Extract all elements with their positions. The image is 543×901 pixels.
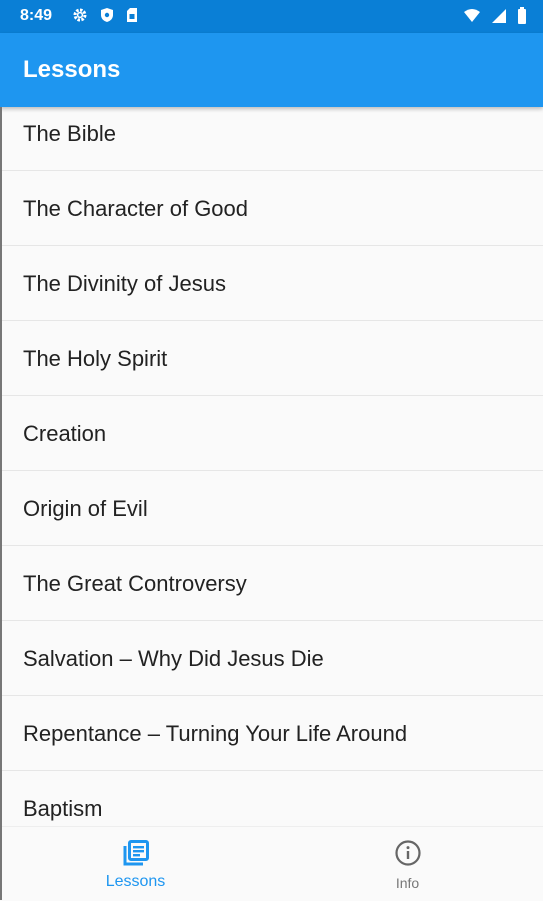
lesson-item-label: The Great Controversy — [23, 571, 247, 596]
lesson-item-the-character-of-good[interactable]: The Character of Good — [0, 171, 543, 246]
lesson-item-label: The Character of Good — [23, 196, 249, 221]
lesson-item-label: Repentance – Turning Your Life Around — [23, 721, 408, 746]
lesson-item-the-holy-spirit[interactable]: The Holy Spirit — [0, 321, 543, 396]
lesson-item-repentance[interactable]: Repentance – Turning Your Life Around — [0, 696, 543, 771]
lesson-item-label: Creation — [23, 421, 107, 446]
bottom-navigation: Lessons Info — [0, 826, 543, 901]
info-icon — [394, 839, 422, 872]
lesson-item-creation[interactable]: Creation — [0, 396, 543, 471]
sim-card-icon — [126, 7, 138, 28]
lesson-item-label: The Bible — [23, 121, 116, 146]
shield-icon — [100, 7, 114, 28]
lesson-item-the-great-controversy[interactable]: The Great Controversy — [0, 546, 543, 621]
lesson-list[interactable]: The Bible The Character of Good The Divi… — [0, 107, 543, 826]
nav-tab-label: Info — [395, 875, 420, 891]
library-books-icon — [122, 839, 150, 872]
app-bar: Lessons — [0, 33, 543, 107]
lesson-item-label: Baptism — [23, 796, 103, 821]
lesson-item-the-bible[interactable]: The Bible — [0, 107, 543, 171]
status-time: 8:49 — [20, 7, 53, 24]
lesson-item-label: Origin of Evil — [23, 496, 148, 521]
lesson-item-salvation[interactable]: Salvation – Why Did Jesus Die — [0, 621, 543, 696]
lesson-item-baptism[interactable]: Baptism — [0, 771, 543, 826]
nav-tab-lessons[interactable]: Lessons — [0, 827, 271, 901]
battery-icon — [517, 7, 527, 29]
settings-icon — [72, 7, 88, 28]
lesson-item-the-divinity-of-jesus[interactable]: The Divinity of Jesus — [0, 246, 543, 321]
lesson-item-label: Salvation – Why Did Jesus Die — [23, 646, 324, 671]
lesson-item-label: The Divinity of Jesus — [23, 271, 226, 296]
screen-edge — [0, 107, 2, 900]
status-icons-right — [463, 7, 527, 29]
status-icons-left — [72, 7, 138, 28]
wifi-icon — [463, 8, 481, 29]
cellular-signal-icon — [491, 8, 507, 29]
page-title: Lessons — [23, 56, 121, 83]
lesson-item-origin-of-evil[interactable]: Origin of Evil — [0, 471, 543, 546]
nav-tab-label: Lessons — [105, 873, 166, 890]
nav-tab-info[interactable]: Info — [272, 827, 543, 901]
status-bar: 8:49 — [0, 0, 543, 33]
lesson-item-label: The Holy Spirit — [23, 346, 168, 371]
